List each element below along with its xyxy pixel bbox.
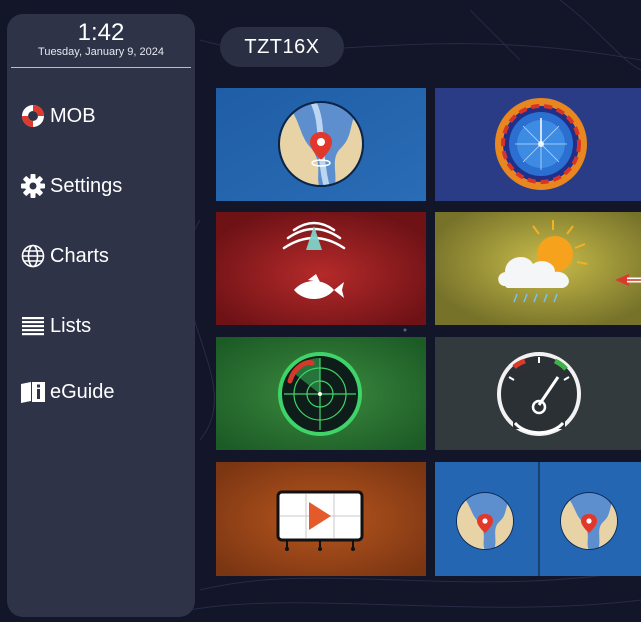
tile-split-chart[interactable] xyxy=(435,462,641,576)
chart-map-pin-icon xyxy=(216,88,426,201)
gear-icon xyxy=(21,174,45,198)
sidebar-item-label: Lists xyxy=(50,314,92,337)
radar-sweep-icon xyxy=(435,88,641,201)
sidebar-item-label: MOB xyxy=(50,104,96,127)
device-name-button[interactable]: TZT16X xyxy=(220,27,344,67)
sidebar: 1:42 Tuesday, January 9, 2024 MOB Settin… xyxy=(7,14,195,617)
sidebar-item-lists[interactable]: Lists xyxy=(19,306,189,346)
tile-weather-radar[interactable] xyxy=(435,88,641,201)
sidebar-item-label: eGuide xyxy=(50,380,115,403)
list-icon xyxy=(22,317,44,336)
tile-instruments[interactable] xyxy=(435,337,641,450)
tile-radar[interactable] xyxy=(216,337,426,450)
sidebar-item-settings[interactable]: Settings xyxy=(19,166,189,206)
fish-finder-icon xyxy=(216,212,426,325)
globe-icon xyxy=(21,244,45,268)
gauge-icon xyxy=(435,337,641,450)
tile-weather[interactable] xyxy=(435,212,641,325)
clock-date: Tuesday, January 9, 2024 xyxy=(38,46,164,58)
clock-divider xyxy=(11,67,191,68)
tile-fish-finder[interactable] xyxy=(216,212,426,325)
tile-video[interactable] xyxy=(216,462,426,576)
sidebar-item-charts[interactable]: Charts xyxy=(19,236,189,276)
tile-chart-plotter[interactable] xyxy=(216,88,426,201)
sidebar-item-label: Settings xyxy=(50,174,123,197)
video-play-icon xyxy=(216,462,426,576)
sidebar-item-mob[interactable]: MOB xyxy=(19,96,189,136)
clock-time: 1:42 xyxy=(77,19,125,46)
weather-cloud-sun-icon xyxy=(435,212,641,325)
lifebuoy-icon xyxy=(22,105,44,127)
sidebar-item-eguide[interactable]: eGuide xyxy=(19,372,189,412)
book-info-icon xyxy=(21,382,45,403)
split-chart-icon xyxy=(435,462,641,576)
sidebar-item-label: Charts xyxy=(50,244,109,267)
radar-scope-icon xyxy=(216,337,426,450)
